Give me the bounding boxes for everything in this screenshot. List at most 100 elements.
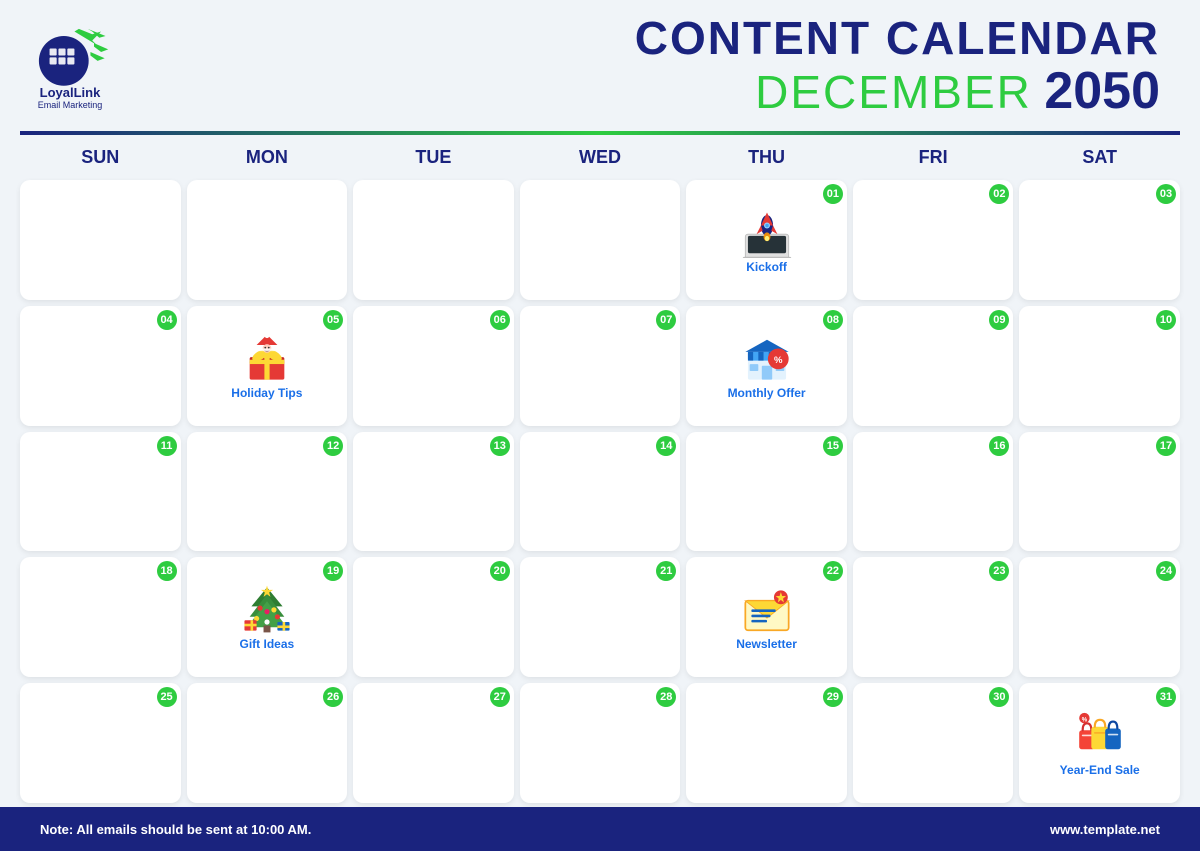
logo-sub: Email Marketing bbox=[38, 100, 103, 110]
header: LoyalLink Email Marketing CONTENT CALEND… bbox=[0, 0, 1200, 131]
cell-17: 17 bbox=[1019, 432, 1180, 552]
month-year-line: DECEMBER 2050 bbox=[635, 61, 1160, 121]
cell-27: 27 bbox=[353, 683, 514, 803]
cell-13: 13 bbox=[353, 432, 514, 552]
cell-09: 09 bbox=[853, 306, 1014, 426]
cell-label-19: Gift Ideas bbox=[240, 637, 295, 651]
cell-number-12: 12 bbox=[323, 436, 343, 456]
cell-number-11: 11 bbox=[157, 436, 177, 456]
day-fri: FRI bbox=[853, 143, 1014, 172]
cell-01: 01 bbox=[686, 180, 847, 300]
footer-note: Note: All emails should be sent at 10:00… bbox=[40, 822, 311, 837]
title-area: CONTENT CALENDAR DECEMBER 2050 bbox=[635, 15, 1160, 121]
cell-30: 30 bbox=[853, 683, 1014, 803]
cell-number-03: 03 bbox=[1156, 184, 1176, 204]
cell-number-04: 04 bbox=[157, 310, 177, 330]
newsletter-icon bbox=[741, 583, 793, 635]
logo-area: LoyalLink Email Marketing bbox=[30, 26, 110, 110]
logo-name: LoyalLink bbox=[40, 86, 101, 100]
year-label: 2050 bbox=[1044, 62, 1160, 120]
cell-15: 15 bbox=[686, 432, 847, 552]
cell-number-26: 26 bbox=[323, 687, 343, 707]
footer: Note: All emails should be sent at 10:00… bbox=[0, 807, 1200, 851]
cell-empty-1 bbox=[20, 180, 181, 300]
cell-label-31: Year-End Sale bbox=[1060, 763, 1140, 777]
svg-text:%: % bbox=[774, 355, 783, 366]
cell-04: 04 bbox=[20, 306, 181, 426]
cell-content-19: Gift Ideas bbox=[240, 583, 295, 651]
cell-25: 25 bbox=[20, 683, 181, 803]
cell-14: 14 bbox=[520, 432, 681, 552]
logo-icon bbox=[30, 26, 110, 86]
day-sat: SAT bbox=[1019, 143, 1180, 172]
cell-12: 12 bbox=[187, 432, 348, 552]
cell-number-18: 18 bbox=[157, 561, 177, 581]
day-mon: MON bbox=[187, 143, 348, 172]
cell-content-31: % Year-End Sale bbox=[1060, 709, 1140, 777]
cell-number-09: 09 bbox=[989, 310, 1009, 330]
cell-number-15: 15 bbox=[823, 436, 843, 456]
kickoff-icon bbox=[741, 206, 793, 258]
cell-empty-4 bbox=[520, 180, 681, 300]
cell-content-05: Holiday Tips bbox=[231, 332, 302, 400]
cell-number-31: 31 bbox=[1156, 687, 1176, 707]
cell-number-20: 20 bbox=[490, 561, 510, 581]
day-thu: THU bbox=[686, 143, 847, 172]
cell-number-30: 30 bbox=[989, 687, 1009, 707]
cell-02: 02 bbox=[853, 180, 1014, 300]
cell-label-22: Newsletter bbox=[736, 637, 797, 651]
cell-empty-2 bbox=[187, 180, 348, 300]
cell-number-05: 05 bbox=[323, 310, 343, 330]
gift-ideas-icon bbox=[241, 583, 293, 635]
cell-22: 22 Newsletter bbox=[686, 557, 847, 677]
cell-number-19: 19 bbox=[323, 561, 343, 581]
day-tue: TUE bbox=[353, 143, 514, 172]
cell-number-02: 02 bbox=[989, 184, 1009, 204]
cell-21: 21 bbox=[520, 557, 681, 677]
cell-number-13: 13 bbox=[490, 436, 510, 456]
holiday-tips-icon bbox=[241, 332, 293, 384]
svg-text:%: % bbox=[1081, 718, 1087, 724]
day-headers: SUN MON TUE WED THU FRI SAT bbox=[0, 135, 1200, 176]
cell-26: 26 bbox=[187, 683, 348, 803]
cell-10: 10 bbox=[1019, 306, 1180, 426]
cell-18: 18 bbox=[20, 557, 181, 677]
cell-number-06: 06 bbox=[490, 310, 510, 330]
cell-29: 29 bbox=[686, 683, 847, 803]
cell-number-10: 10 bbox=[1156, 310, 1176, 330]
cell-20: 20 bbox=[353, 557, 514, 677]
cell-07: 07 bbox=[520, 306, 681, 426]
cell-05: 05 bbox=[187, 306, 348, 426]
year-end-sale-icon: % bbox=[1074, 709, 1126, 761]
cell-label-01: Kickoff bbox=[746, 260, 787, 274]
footer-url: www.template.net bbox=[1050, 822, 1160, 837]
cell-number-25: 25 bbox=[157, 687, 177, 707]
cell-24: 24 bbox=[1019, 557, 1180, 677]
cell-number-24: 24 bbox=[1156, 561, 1176, 581]
monthly-offer-icon: % bbox=[741, 332, 793, 384]
day-sun: SUN bbox=[20, 143, 181, 172]
calendar-grid: 01 bbox=[0, 176, 1200, 807]
cell-23: 23 bbox=[853, 557, 1014, 677]
cell-28: 28 bbox=[520, 683, 681, 803]
cell-label-05: Holiday Tips bbox=[231, 386, 302, 400]
cell-number-21: 21 bbox=[656, 561, 676, 581]
page: LoyalLink Email Marketing CONTENT CALEND… bbox=[0, 0, 1200, 851]
cell-number-22: 22 bbox=[823, 561, 843, 581]
cell-number-27: 27 bbox=[490, 687, 510, 707]
cell-content-22: Newsletter bbox=[736, 583, 797, 651]
cell-number-07: 07 bbox=[656, 310, 676, 330]
cell-number-29: 29 bbox=[823, 687, 843, 707]
day-wed: WED bbox=[520, 143, 681, 172]
month-label: DECEMBER bbox=[755, 66, 1032, 118]
cell-number-17: 17 bbox=[1156, 436, 1176, 456]
cell-number-28: 28 bbox=[656, 687, 676, 707]
cell-number-08: 08 bbox=[823, 310, 843, 330]
cell-content-08: % Monthly Offer bbox=[728, 332, 806, 400]
cell-03: 03 bbox=[1019, 180, 1180, 300]
cell-empty-3 bbox=[353, 180, 514, 300]
cell-content-01: Kickoff bbox=[741, 206, 793, 274]
cell-31: 31 % bbox=[1019, 683, 1180, 803]
cell-number-23: 23 bbox=[989, 561, 1009, 581]
cell-11: 11 bbox=[20, 432, 181, 552]
